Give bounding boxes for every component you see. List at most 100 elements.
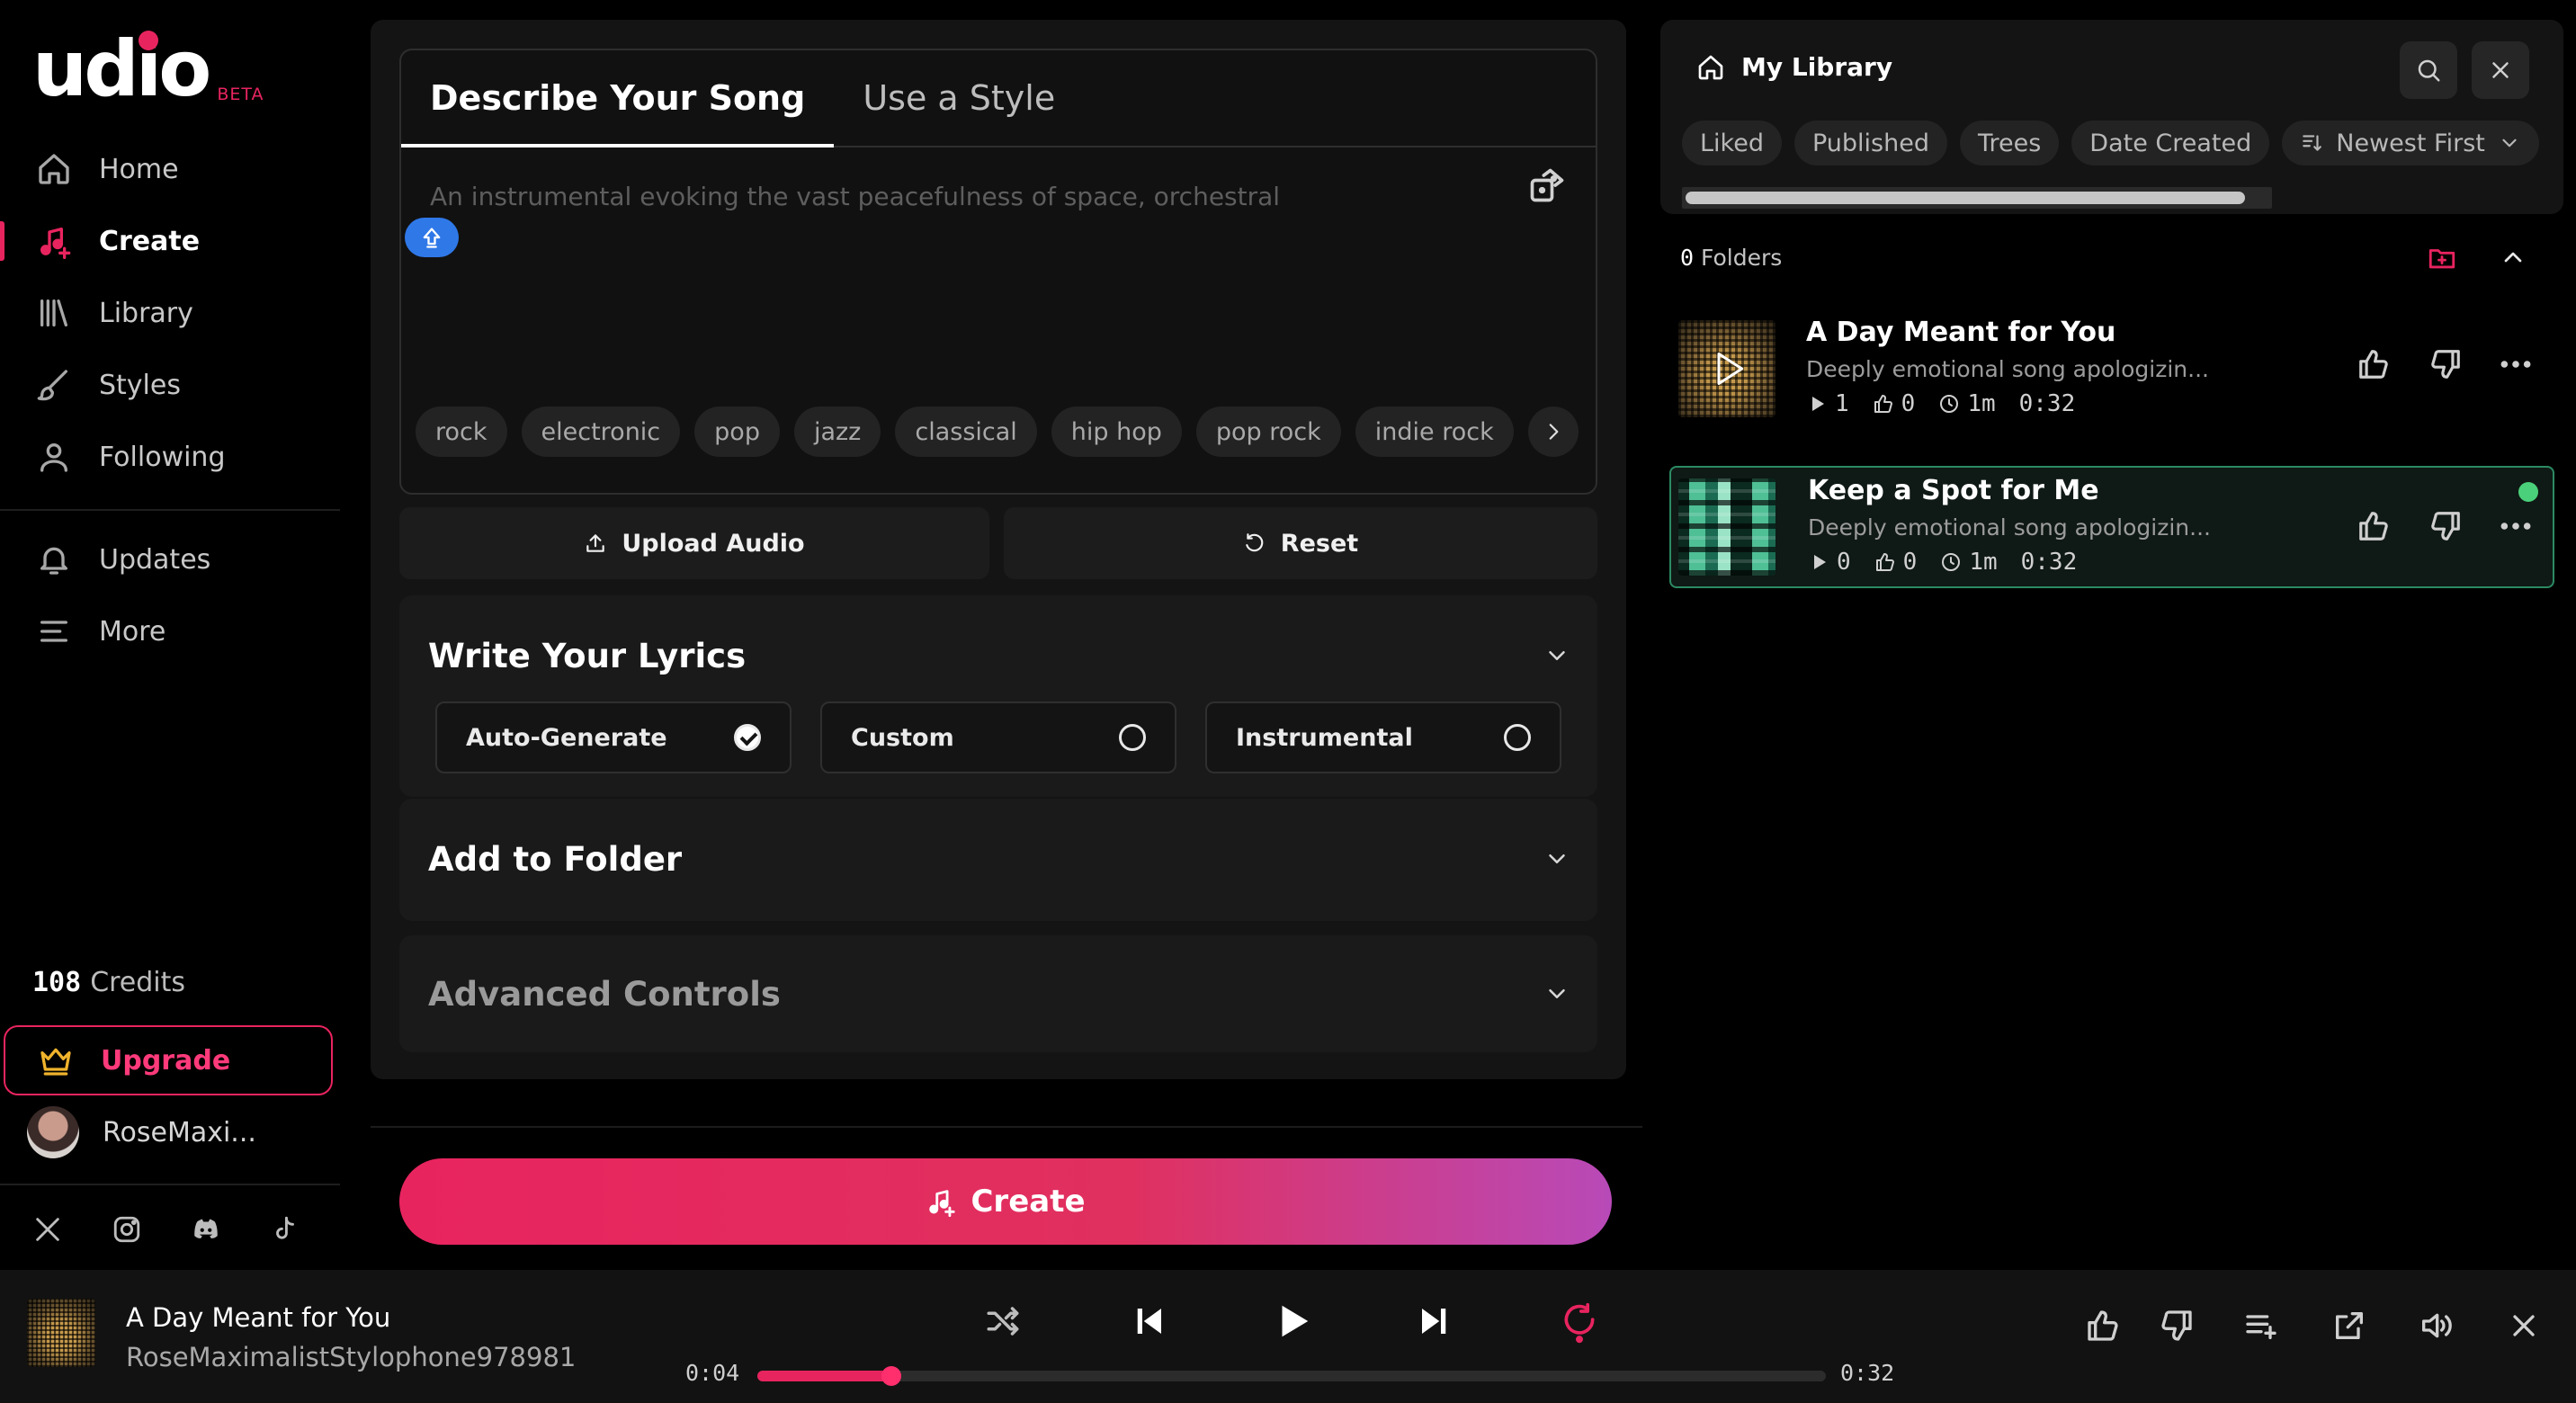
genre-chip[interactable]: indie rock (1355, 407, 1514, 457)
instagram-icon[interactable] (112, 1214, 142, 1245)
tab-use-a-style[interactable]: Use a Style (834, 52, 1084, 147)
dislike-icon[interactable] (2159, 1308, 2195, 1344)
library-close-button[interactable] (2472, 41, 2529, 99)
play-icon[interactable] (1709, 347, 1749, 390)
lyrics-option-instrumental[interactable]: Instrumental (1205, 702, 1561, 773)
like-icon[interactable] (2357, 347, 2391, 381)
nav-item-home[interactable]: Home (0, 133, 342, 205)
close-icon (2487, 57, 2514, 84)
nav-item-updates[interactable]: Updates (0, 523, 342, 595)
arrow-up-icon (419, 225, 444, 250)
nav-item-more[interactable]: More (0, 595, 342, 667)
upload-audio-label: Upload Audio (622, 529, 805, 558)
next-icon[interactable] (1416, 1302, 1453, 1340)
dice-icon[interactable] (1527, 165, 1567, 205)
track-cover[interactable] (1678, 320, 1775, 417)
new-folder-icon[interactable] (2427, 243, 2457, 273)
nav-item-library[interactable]: Library (0, 277, 342, 349)
chevron-up-icon[interactable] (2499, 243, 2527, 272)
sidebar-divider (0, 509, 340, 511)
likes-stat: 0 (1874, 549, 1917, 576)
like-icon[interactable] (2357, 509, 2391, 543)
folders-count: 0 Folders (1680, 245, 1782, 271)
create-button[interactable]: Create (399, 1158, 1612, 1245)
player-track-title[interactable]: A Day Meant for You (126, 1302, 390, 1333)
chevron-right-icon[interactable] (1527, 407, 1579, 457)
track-stats: 1 0 1m 0:32 (1806, 390, 2075, 417)
nav-item-create[interactable]: Create (0, 205, 342, 277)
primary-nav: Home Create Library Styles Following (0, 133, 342, 493)
user-profile[interactable]: RoseMaxi... (27, 1106, 256, 1158)
radio-icon (1504, 724, 1531, 751)
sort-dropdown[interactable]: Newest First (2282, 121, 2539, 165)
reset-button[interactable]: Reset (1004, 507, 1597, 579)
filters-scrollbar[interactable] (1682, 187, 2272, 209)
open-external-icon[interactable] (2331, 1308, 2367, 1344)
filter-published[interactable]: Published (1793, 121, 1947, 165)
add-to-folder-panel[interactable]: Add to Folder (399, 799, 1597, 921)
nav-label: Styles (99, 369, 181, 401)
udio-logo[interactable]: udio BETA (32, 27, 264, 108)
previous-icon[interactable] (1130, 1302, 1167, 1340)
chevron-down-icon[interactable] (1543, 845, 1570, 872)
genre-chip[interactable]: rock (416, 407, 507, 457)
chevron-down-icon[interactable] (1543, 980, 1570, 1007)
lyrics-option-auto-generate[interactable]: Auto-Generate (435, 702, 792, 773)
more-options-icon[interactable] (2499, 509, 2533, 543)
upgrade-button[interactable]: Upgrade (4, 1025, 333, 1095)
upload-audio-button[interactable]: Upload Audio (399, 507, 989, 579)
chevron-down-icon[interactable] (1543, 642, 1570, 669)
genre-chips: rock electronic pop jazz classical hip h… (416, 407, 1579, 457)
library-track-row[interactable]: A Day Meant for You Deeply emotional son… (1669, 304, 2554, 426)
track-cover[interactable] (1678, 478, 1775, 576)
repeat-icon[interactable] (1560, 1299, 1599, 1344)
advanced-controls-panel[interactable]: Advanced Controls (399, 935, 1597, 1052)
sort-label: Newest First (2336, 129, 2485, 157)
more-options-icon[interactable] (2499, 347, 2533, 381)
crown-icon (38, 1042, 74, 1078)
tab-describe-your-song[interactable]: Describe Your Song (401, 52, 835, 147)
dislike-icon[interactable] (2428, 347, 2463, 381)
dislike-icon[interactable] (2428, 509, 2463, 543)
track-title[interactable]: Keep a Spot for Me (1808, 475, 2099, 506)
nav-item-following[interactable]: Following (0, 421, 342, 493)
song-prompt-input[interactable]: An instrumental evoking the vast peacefu… (430, 182, 1280, 211)
plays-stat: 0 (1808, 549, 1851, 576)
lyrics-option-custom[interactable]: Custom (820, 702, 1176, 773)
nav-item-styles[interactable]: Styles (0, 349, 342, 421)
library-track-row-active[interactable]: Keep a Spot for Me Deeply emotional song… (1669, 466, 2554, 588)
filter-liked[interactable]: Liked (1682, 121, 1782, 165)
reset-label: Reset (1280, 529, 1359, 558)
queue-icon[interactable] (2243, 1308, 2279, 1344)
genre-chip[interactable]: classical (895, 407, 1037, 457)
filter-date-created[interactable]: Date Created (2071, 121, 2270, 165)
bell-icon (36, 541, 72, 577)
play-count-icon (1812, 397, 1824, 411)
close-icon[interactable] (2506, 1308, 2542, 1344)
genre-chip[interactable]: pop (694, 407, 780, 457)
genre-chip[interactable]: pop rock (1195, 407, 1341, 457)
progress-bar[interactable] (757, 1366, 1826, 1386)
genre-chip[interactable]: hip hop (1051, 407, 1182, 457)
tiktok-icon[interactable] (270, 1214, 300, 1245)
nav-label: Home (99, 153, 179, 185)
play-icon[interactable] (1272, 1300, 1313, 1342)
enhance-prompt-button[interactable] (405, 218, 459, 257)
filter-trees[interactable]: Trees (1959, 121, 2060, 165)
progress-knob[interactable] (881, 1366, 901, 1386)
discord-icon[interactable] (191, 1214, 221, 1245)
scrollbar-thumb[interactable] (1686, 192, 2245, 204)
age-value: 1m (1967, 390, 1996, 417)
shuffle-icon[interactable] (984, 1302, 1022, 1340)
genre-chip[interactable]: electronic (521, 407, 681, 457)
thumbs-up-icon (1874, 395, 1892, 413)
track-title[interactable]: A Day Meant for You (1806, 317, 2115, 348)
player-artist[interactable]: RoseMaximalistStylophone978981 (126, 1342, 576, 1372)
player-cover[interactable] (27, 1299, 95, 1367)
genre-chip[interactable]: jazz (793, 407, 881, 457)
volume-icon[interactable] (2418, 1308, 2454, 1344)
like-icon[interactable] (2085, 1308, 2121, 1344)
library-search-button[interactable] (2400, 41, 2457, 99)
player-bar: A Day Meant for You RoseMaximalistStylop… (0, 1270, 2576, 1403)
x-icon[interactable] (32, 1214, 63, 1245)
